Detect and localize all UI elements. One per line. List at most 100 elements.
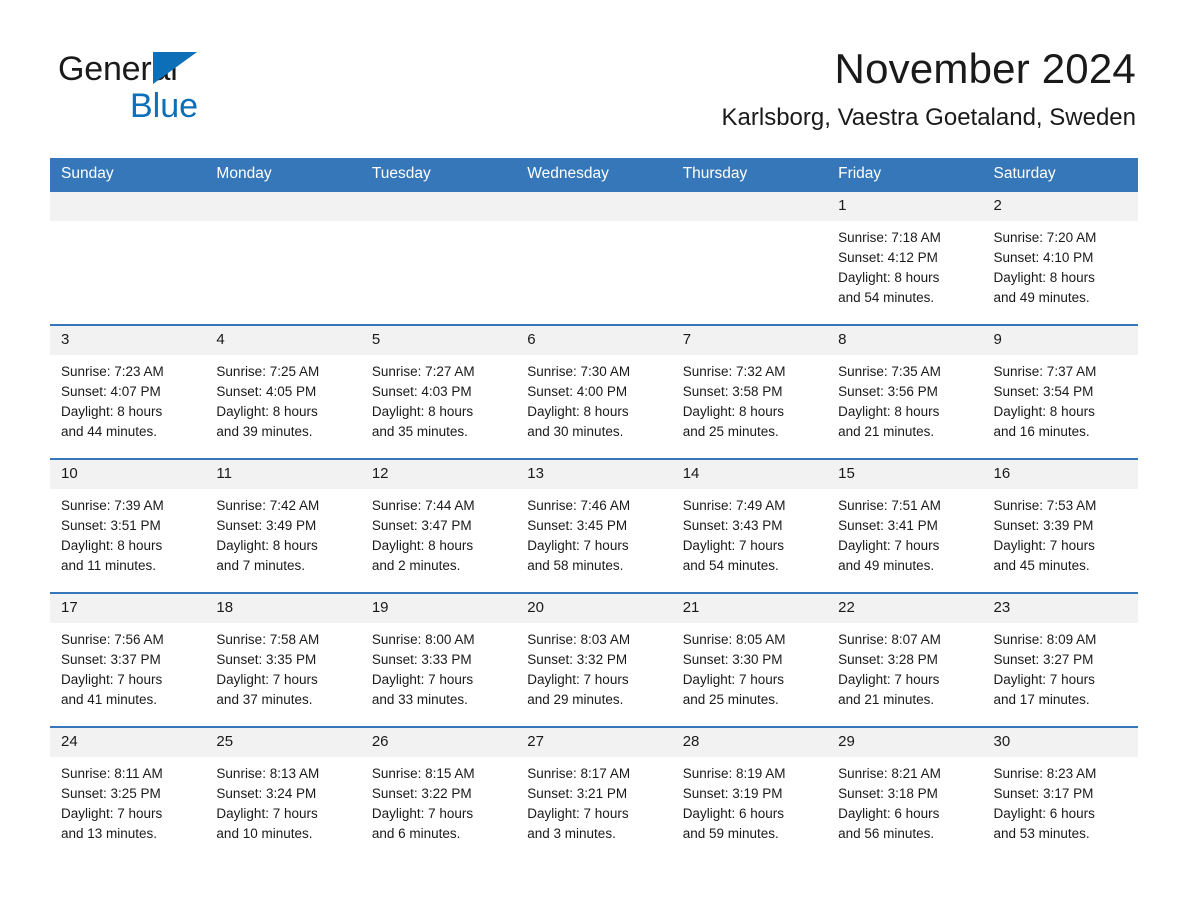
sunrise-text: Sunrise: 7:30 AM [527, 364, 631, 379]
calendar-day-cell[interactable]: 26 Sunrise: 8:15 AM Sunset: 3:22 PM Dayligh… [360, 726, 517, 846]
daylight-text-line1: Daylight: 8 hours [527, 404, 629, 419]
daylight-text-line2: and 10 minutes. [216, 826, 313, 841]
calendar-day-cell[interactable]: 9 Sunrise: 7:37 AM Sunset: 3:54 PM Daylight… [982, 324, 1138, 444]
calendar-day-cell[interactable]: 14 Sunrise: 7:49 AM Sunset: 3:43 PM Dayligh… [671, 458, 828, 578]
daylight-text-line2: and 33 minutes. [371, 692, 468, 707]
sunset-text: Sunset: 3:39 PM [993, 518, 1094, 533]
daylight-text-line1: Daylight: 7 hours [216, 672, 318, 687]
weekday-header-tuesday: Tuesday [360, 158, 517, 191]
day-number: 13 [516, 460, 672, 489]
calendar-week-row: 3 Sunrise: 7:23 AM Sunset: 4:07 PM Daylight… [50, 324, 1138, 444]
calendar-day-cell[interactable]: 16 Sunrise: 7:53 AM Sunset: 3:39 PM Dayligh… [982, 458, 1138, 578]
month-calendar-table: Sunday Monday Tuesday Wednesday Thursday… [50, 158, 1138, 846]
sunset-text: Sunset: 3:58 PM [682, 384, 783, 399]
weekday-header-row: Sunday Monday Tuesday Wednesday Thursday… [50, 158, 1138, 191]
day-details: Sunrise: 7:49 AM Sunset: 3:43 PM Daylight:… [672, 489, 827, 576]
calendar-day-cell[interactable]: 1 Sunrise: 7:18 AM Sunset: 4:12 PM Daylight… [827, 190, 983, 310]
daylight-text-line2: and 41 minutes. [61, 692, 158, 707]
sunset-text: Sunset: 3:18 PM [838, 786, 938, 801]
calendar-day-cell[interactable]: 25 Sunrise: 8:13 AM Sunset: 3:24 PM Dayligh… [205, 726, 361, 846]
page-title: November 2024 [834, 45, 1136, 92]
sunset-text: Sunset: 3:22 PM [371, 786, 472, 801]
day-details: Sunrise: 8:09 AM Sunset: 3:27 PM Daylight:… [983, 623, 1138, 710]
day-number: 23 [982, 594, 1138, 623]
daylight-text-line2: and 30 minutes. [527, 424, 624, 439]
calendar-day-cell[interactable]: 5 Sunrise: 7:27 AM Sunset: 4:03 PM Daylight… [360, 324, 517, 444]
calendar-day-cell[interactable]: 22 Sunrise: 8:07 AM Sunset: 3:28 PM Dayligh… [827, 592, 983, 712]
sunrise-text: Sunrise: 7:39 AM [61, 498, 164, 513]
sunset-text: Sunset: 4:00 PM [527, 384, 628, 399]
day-details: Sunrise: 7:56 AM Sunset: 3:37 PM Daylight:… [50, 623, 205, 710]
calendar-day-cell[interactable]: 3 Sunrise: 7:23 AM Sunset: 4:07 PM Daylight… [50, 324, 206, 444]
daylight-text-line1: Daylight: 7 hours [527, 806, 629, 821]
day-details: Sunrise: 7:46 AM Sunset: 3:45 PM Daylight:… [516, 489, 671, 576]
logo-triangle-icon [153, 52, 197, 84]
calendar-day-cell[interactable]: 24 Sunrise: 8:11 AM Sunset: 3:25 PM Dayligh… [50, 726, 206, 846]
calendar-day-cell[interactable]: 12 Sunrise: 7:44 AM Sunset: 3:47 PM Dayligh… [360, 458, 517, 578]
daylight-text-line2: and 56 minutes. [838, 826, 935, 841]
location-subtitle: Karlsborg, Vaestra Goetaland, Sweden [721, 104, 1136, 131]
calendar-day-cell[interactable]: 18 Sunrise: 7:58 AM Sunset: 3:35 PM Dayligh… [205, 592, 361, 712]
calendar-day-cell[interactable]: 2 Sunrise: 7:20 AM Sunset: 4:10 PM Daylight… [982, 190, 1138, 310]
day-details: Sunrise: 7:23 AM Sunset: 4:07 PM Daylight:… [50, 355, 205, 442]
sunset-text: Sunset: 3:24 PM [216, 786, 317, 801]
day-details: Sunrise: 7:58 AM Sunset: 3:35 PM Daylight:… [205, 623, 360, 710]
sunrise-text: Sunrise: 7:44 AM [371, 498, 475, 513]
day-details: Sunrise: 7:44 AM Sunset: 3:47 PM Daylight:… [361, 489, 516, 576]
daylight-text-line1: Daylight: 8 hours [993, 404, 1095, 419]
daylight-text-line1: Daylight: 7 hours [371, 806, 474, 821]
calendar-day-cell[interactable]: 20 Sunrise: 8:03 AM Sunset: 3:32 PM Dayligh… [516, 592, 672, 712]
calendar-day-cell[interactable]: 27 Sunrise: 8:17 AM Sunset: 3:21 PM Dayligh… [516, 726, 672, 846]
day-details: Sunrise: 7:25 AM Sunset: 4:05 PM Daylight:… [205, 355, 360, 442]
calendar-day-cell[interactable]: 13 Sunrise: 7:46 AM Sunset: 3:45 PM Dayligh… [516, 458, 672, 578]
day-number: 2 [982, 192, 1138, 221]
day-details: Sunrise: 7:51 AM Sunset: 3:41 PM Daylight:… [827, 489, 982, 576]
calendar-day-cell[interactable]: 4 Sunrise: 7:25 AM Sunset: 4:05 PM Daylight… [205, 324, 361, 444]
day-details: Sunrise: 8:11 AM Sunset: 3:25 PM Daylight:… [50, 757, 205, 844]
day-number: 18 [205, 594, 361, 623]
sunrise-text: Sunrise: 8:17 AM [527, 766, 631, 781]
calendar-day-cell[interactable]: 6 Sunrise: 7:30 AM Sunset: 4:00 PM Daylight… [516, 324, 672, 444]
calendar-day-cell[interactable]: 11 Sunrise: 7:42 AM Sunset: 3:49 PM Dayligh… [205, 458, 361, 578]
calendar-cell-empty [671, 190, 828, 310]
calendar-day-cell[interactable]: 10 Sunrise: 7:39 AM Sunset: 3:51 PM Dayligh… [50, 458, 206, 578]
week-spacer-row [50, 310, 1138, 325]
daylight-text-line2: and 58 minutes. [527, 558, 624, 573]
day-number: 14 [671, 460, 828, 489]
calendar-week-row: 10 Sunrise: 7:39 AM Sunset: 3:51 PM Dayligh… [50, 458, 1138, 578]
sunset-text: Sunset: 3:28 PM [838, 652, 938, 667]
daylight-text-line2: and 16 minutes. [993, 424, 1090, 439]
calendar-day-cell[interactable]: 29 Sunrise: 8:21 AM Sunset: 3:18 PM Dayligh… [827, 726, 983, 846]
sunset-text: Sunset: 3:41 PM [838, 518, 938, 533]
daylight-text-line1: Daylight: 7 hours [682, 672, 784, 687]
sunset-text: Sunset: 3:27 PM [993, 652, 1094, 667]
sunrise-text: Sunrise: 8:07 AM [838, 632, 941, 647]
calendar-cell-empty [205, 190, 361, 310]
day-number: 30 [982, 728, 1138, 757]
calendar-day-cell[interactable]: 19 Sunrise: 8:00 AM Sunset: 3:33 PM Dayligh… [360, 592, 517, 712]
calendar-day-cell[interactable]: 17 Sunrise: 7:56 AM Sunset: 3:37 PM Dayligh… [50, 592, 206, 712]
calendar-day-cell[interactable]: 28 Sunrise: 8:19 AM Sunset: 3:19 PM Dayligh… [671, 726, 828, 846]
calendar-day-cell[interactable]: 21 Sunrise: 8:05 AM Sunset: 3:30 PM Dayligh… [671, 592, 828, 712]
day-number: 28 [671, 728, 828, 757]
sunset-text: Sunset: 4:12 PM [838, 250, 938, 265]
calendar-day-cell[interactable]: 7 Sunrise: 7:32 AM Sunset: 3:58 PM Daylight… [671, 324, 828, 444]
daylight-text-line1: Daylight: 7 hours [838, 538, 940, 553]
sunset-text: Sunset: 3:37 PM [61, 652, 161, 667]
day-number: 10 [50, 460, 206, 489]
day-details: Sunrise: 7:35 AM Sunset: 3:56 PM Daylight:… [827, 355, 982, 442]
week-spacer-cell [50, 578, 1138, 593]
weekday-header-thursday: Thursday [671, 158, 828, 191]
sunset-text: Sunset: 3:47 PM [371, 518, 472, 533]
calendar-day-cell[interactable]: 23 Sunrise: 8:09 AM Sunset: 3:27 PM Dayligh… [982, 592, 1138, 712]
sunset-text: Sunset: 4:05 PM [216, 384, 317, 399]
week-spacer-row [50, 578, 1138, 593]
calendar-day-cell[interactable]: 15 Sunrise: 7:51 AM Sunset: 3:41 PM Dayligh… [827, 458, 983, 578]
calendar-day-cell[interactable]: 8 Sunrise: 7:35 AM Sunset: 3:56 PM Daylight… [827, 324, 983, 444]
sunrise-text: Sunrise: 7:20 AM [993, 230, 1097, 245]
daylight-text-line1: Daylight: 7 hours [371, 672, 474, 687]
day-details: Sunrise: 7:18 AM Sunset: 4:12 PM Daylight:… [827, 221, 982, 308]
sunset-text: Sunset: 3:35 PM [216, 652, 317, 667]
generalblue-logo[interactable]: General Blue [58, 52, 318, 128]
calendar-day-cell[interactable]: 30 Sunrise: 8:23 AM Sunset: 3:17 PM Dayligh… [982, 726, 1138, 846]
